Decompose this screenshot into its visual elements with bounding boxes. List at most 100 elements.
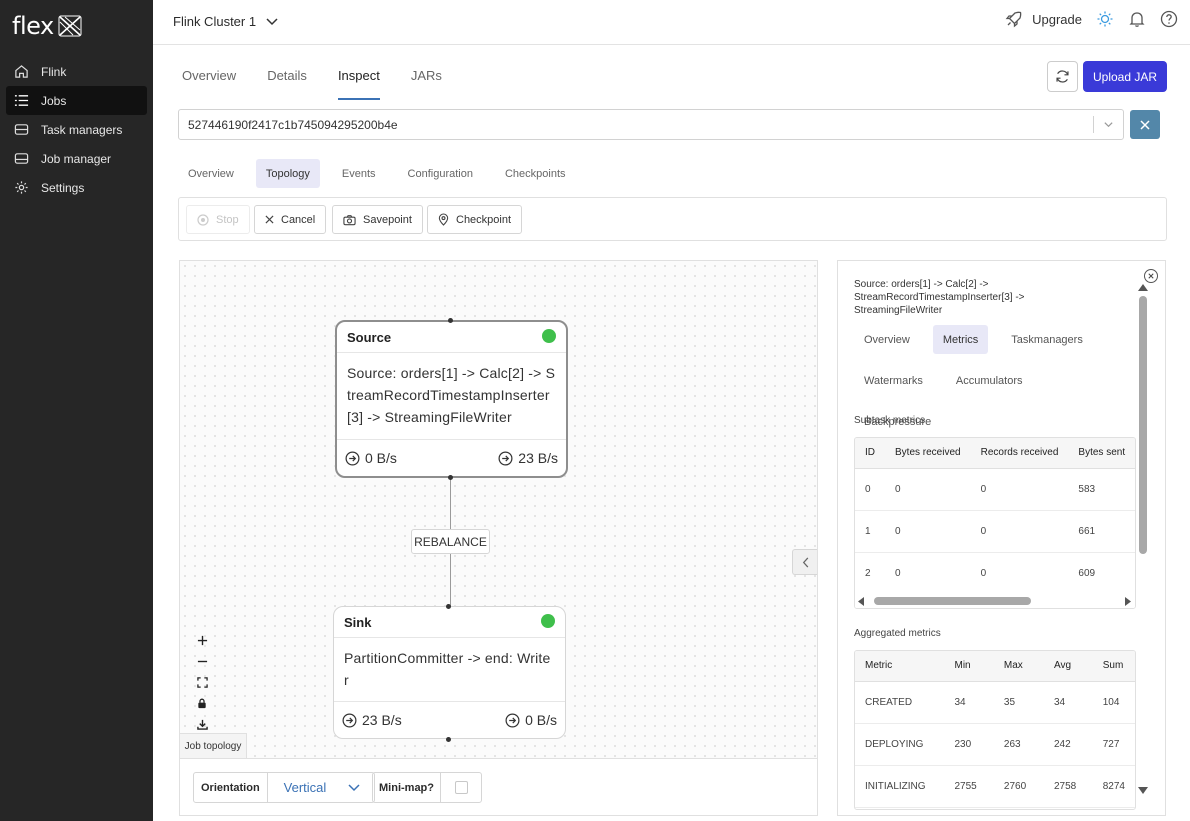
panel-tab-accumulators[interactable]: Accumulators xyxy=(946,366,1033,395)
output-rate: 0 B/s xyxy=(505,712,557,728)
fit-view-icon xyxy=(196,677,208,688)
edge-label[interactable]: REBALANCE xyxy=(411,529,490,554)
subtab-events[interactable]: Events xyxy=(332,159,386,188)
lock-icon xyxy=(198,698,206,709)
job-select[interactable]: 527446190f2417c1b745094295200b4e xyxy=(178,109,1124,140)
horizontal-scrollbar[interactable] xyxy=(855,594,1135,608)
table-row: INITIALIZING 2755 2760 2758 8274 xyxy=(855,765,1135,808)
minimap-checkbox[interactable] xyxy=(441,781,481,794)
topology-graph[interactable]: Source Source: orders[1] -> Calc[2] -> S… xyxy=(179,260,818,759)
sidebar-item-jobs[interactable]: Jobs xyxy=(6,86,147,115)
subtab-overview[interactable]: Overview xyxy=(178,159,244,188)
fit-view-button[interactable] xyxy=(190,672,214,693)
close-icon xyxy=(1148,273,1154,279)
sidebar-item-settings[interactable]: Settings xyxy=(6,173,147,202)
scroll-left-icon[interactable] xyxy=(858,597,865,606)
scrollbar-thumb[interactable] xyxy=(874,597,1031,605)
lock-button[interactable] xyxy=(190,693,214,714)
scroll-up-icon[interactable] xyxy=(1138,283,1148,291)
sink-node[interactable]: Sink PartitionCommitter -> end: Writer 2… xyxy=(333,606,566,739)
upgrade-label: Upgrade xyxy=(1032,11,1082,27)
stop-button[interactable]: Stop xyxy=(186,205,250,234)
help-icon[interactable] xyxy=(1160,10,1178,28)
column-header: Avg xyxy=(1043,651,1093,682)
orientation-control: Orientation Vertical xyxy=(193,772,376,803)
panel-tab-taskmanagers[interactable]: Taskmanagers xyxy=(1001,325,1093,354)
zoom-in-button[interactable] xyxy=(190,630,214,651)
savepoint-button[interactable]: Savepoint xyxy=(332,205,423,234)
theme-toggle-icon[interactable] xyxy=(1096,10,1114,28)
tab-jars[interactable]: JARs xyxy=(411,68,442,100)
table-row: CREATED 34 35 34 104 xyxy=(855,681,1135,724)
minimap-control: Mini-map? xyxy=(372,772,482,803)
zoom-out-button[interactable] xyxy=(190,651,214,672)
table-cell: 1 xyxy=(855,510,885,553)
output-rate-value: 0 B/s xyxy=(525,712,557,728)
panel-tab-watermarks[interactable]: Watermarks xyxy=(854,366,933,395)
arrow-circle-right-icon xyxy=(342,713,357,727)
cluster-selector[interactable]: Flink Cluster 1 xyxy=(173,14,278,29)
sidebar-item-label: Flink xyxy=(41,64,67,79)
upload-jar-button[interactable]: Upload JAR xyxy=(1083,61,1167,92)
table-row: 0 0 0 583 xyxy=(855,468,1135,511)
table-cell: 263 xyxy=(993,723,1044,766)
edge-line-upper xyxy=(450,478,451,529)
subtab-checkpoints[interactable]: Checkpoints xyxy=(495,159,576,188)
sidebar: flex Flink Jobs Task managers Job manage… xyxy=(0,0,153,821)
subtab-configuration[interactable]: Configuration xyxy=(398,159,483,188)
tab-overview[interactable]: Overview xyxy=(182,68,236,100)
flex-logo[interactable]: flex xyxy=(12,12,82,40)
scroll-right-icon[interactable] xyxy=(1124,597,1131,606)
select-divider xyxy=(1093,116,1094,133)
sidebar-item-label: Jobs xyxy=(41,93,67,108)
sidebar-item-flink[interactable]: Flink xyxy=(6,57,147,86)
subtask-metrics-table[interactable]: ID Bytes received Records received Bytes… xyxy=(854,437,1136,609)
vertical-scrollbar[interactable] xyxy=(1138,283,1148,795)
chevron-down-icon[interactable] xyxy=(1103,119,1114,130)
table-cell: 8274 xyxy=(1092,765,1135,808)
bell-icon[interactable] xyxy=(1128,10,1146,28)
table-cell: DEPLOYING xyxy=(855,723,945,766)
tab-details[interactable]: Details xyxy=(267,68,307,100)
sidebar-item-job-manager[interactable]: Job manager xyxy=(6,144,147,173)
download-button[interactable] xyxy=(190,714,214,735)
panel-tab-metrics[interactable]: Metrics xyxy=(932,325,989,354)
close-panel-button[interactable] xyxy=(1144,269,1158,283)
cluster-name: Flink Cluster 1 xyxy=(173,14,257,29)
sidebar-item-task-managers[interactable]: Task managers xyxy=(6,115,147,144)
refresh-button[interactable] xyxy=(1047,61,1078,92)
close-icon xyxy=(265,215,274,224)
scrollbar-thumb[interactable] xyxy=(1139,296,1147,554)
column-header: Sum xyxy=(1092,651,1135,682)
cancel-button[interactable]: Cancel xyxy=(254,205,327,234)
subtab-topology[interactable]: Topology xyxy=(255,159,320,188)
table-cell: 2755 xyxy=(944,765,994,808)
input-rate-value: 0 B/s xyxy=(365,450,397,466)
top-actions: Upgrade xyxy=(1005,10,1178,28)
source-node[interactable]: Source Source: orders[1] -> Calc[2] -> S… xyxy=(335,320,568,478)
chevron-down-icon xyxy=(348,783,360,791)
table-cell: INITIALIZING xyxy=(855,765,945,808)
table-cell: 35 xyxy=(993,681,1044,724)
chevron-down-icon xyxy=(266,17,278,25)
table-cell: 727 xyxy=(1092,723,1135,766)
checkpoint-button[interactable]: Checkpoint xyxy=(427,205,523,234)
node-rates: 0 B/s 23 B/s xyxy=(337,439,566,476)
aggregated-metrics-table[interactable]: Metric Min Max Avg Sum CREATED 34 35 34 … xyxy=(854,650,1136,810)
output-rate: 23 B/s xyxy=(498,450,558,466)
edge-line-lower xyxy=(450,554,451,606)
aggregated-metrics-label: Aggregated metrics xyxy=(854,628,941,639)
toggle-panel-button[interactable] xyxy=(792,549,817,575)
clear-job-button[interactable] xyxy=(1130,110,1160,139)
tab-inspect[interactable]: Inspect xyxy=(337,68,380,100)
input-rate-value: 23 B/s xyxy=(362,712,402,728)
stop-icon xyxy=(197,213,209,226)
upgrade-button[interactable]: Upgrade xyxy=(1005,10,1082,28)
subtask-metrics-label: Subtask metrics xyxy=(854,415,926,426)
panel-tab-overview[interactable]: Overview xyxy=(854,325,920,354)
table-cell: 0 xyxy=(970,552,1069,595)
arrow-circle-right-icon xyxy=(498,451,513,465)
orientation-select[interactable]: Vertical xyxy=(268,780,375,795)
scroll-down-icon[interactable] xyxy=(1138,787,1148,795)
table-cell: 34 xyxy=(944,681,994,724)
